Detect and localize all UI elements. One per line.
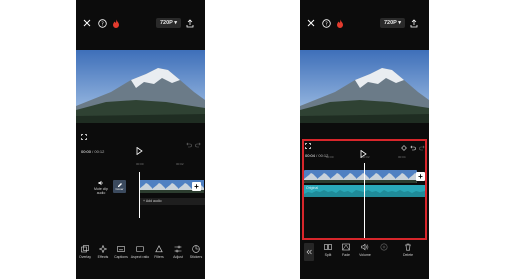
tool-captions[interactable]: Captions: [112, 245, 130, 259]
fullscreen-icon[interactable]: [305, 143, 311, 149]
volume-icon: [361, 243, 369, 251]
audio-track-label: Original: [306, 186, 319, 190]
tool-label: Stickers: [189, 255, 203, 259]
export-icon[interactable]: [408, 17, 420, 29]
tool-split[interactable]: Split: [319, 243, 337, 257]
fullscreen-icon[interactable]: [81, 134, 87, 140]
tool-overlay[interactable]: Overlay: [76, 245, 94, 259]
double-chevron-left-icon: [306, 249, 312, 255]
resolution-selector[interactable]: 720P ▾: [155, 18, 181, 28]
split-icon: [324, 244, 332, 250]
tool-aspect-ratio[interactable]: Aspect ratio: [131, 245, 149, 259]
top-bar: ? 720P ▾: [76, 14, 205, 32]
mute-clip-audio-button[interactable]: Mute clip audio: [92, 180, 110, 195]
tool-delete[interactable]: Delete: [399, 243, 417, 257]
clip-frame: [356, 170, 369, 183]
timeline-ruler: 00:00 00:02: [76, 160, 205, 168]
bottom-toolbar: Overlay Effects Captions Aspect ratio Fi…: [76, 245, 205, 265]
tool-adjust[interactable]: Adjust: [169, 245, 187, 259]
clip-frame: [395, 170, 408, 183]
ruler-tick: 00:04: [398, 155, 406, 159]
tool-label: Captions: [114, 255, 128, 259]
flame-icon[interactable]: [334, 17, 346, 29]
ruler-tick: 00:02: [362, 155, 370, 159]
tool-volume[interactable]: Volume: [356, 243, 374, 257]
clip-frame: [304, 170, 317, 183]
tool-fade[interactable]: Fade: [337, 243, 355, 257]
mute-clip-audio-label: Mute clip audio: [93, 187, 108, 195]
keyframe-icon[interactable]: [401, 145, 407, 151]
clip-frame: [165, 180, 178, 193]
tool-label: Filters: [154, 255, 164, 259]
tool-label: Adjust: [173, 255, 183, 259]
back-button[interactable]: [304, 243, 314, 261]
effects-icon: [99, 245, 107, 253]
ruler-tick: 00:02: [176, 162, 184, 166]
clip-frame: [369, 170, 382, 183]
redo-icon[interactable]: [195, 142, 201, 148]
clip-frame: [343, 170, 356, 183]
play-icon[interactable]: [136, 142, 143, 160]
svg-text:?: ?: [325, 21, 328, 27]
add-clip-button[interactable]: +: [192, 182, 201, 191]
video-preview: [300, 50, 429, 123]
svg-text:?: ?: [101, 21, 104, 27]
playhead[interactable]: [139, 172, 140, 218]
tool-stickers[interactable]: Stickers: [187, 245, 205, 259]
tool-label: Overlay: [78, 255, 92, 259]
adjust-icon: [174, 245, 182, 253]
tool-label: Aspect ratio: [130, 255, 150, 259]
flame-icon[interactable]: [110, 17, 122, 29]
clip-frame: [178, 180, 191, 193]
video-preview: [76, 50, 205, 123]
clip-frame: [382, 170, 395, 183]
clip-frame: [139, 180, 152, 193]
undo-icon[interactable]: [186, 142, 192, 148]
undo-icon[interactable]: [410, 145, 416, 151]
tool-label: Split: [324, 253, 332, 257]
help-icon[interactable]: ?: [96, 17, 108, 29]
cover-label: Cover: [115, 187, 124, 191]
aspect-ratio-icon: [136, 246, 144, 252]
bottom-toolbar: Split Fade Volume Delete: [300, 243, 429, 265]
overlay-icon: [81, 245, 89, 253]
ruler-tick: 00:00: [136, 162, 144, 166]
timecode: 00:00 / 00:12: [81, 149, 105, 154]
add-clip-button[interactable]: +: [416, 172, 425, 181]
tool-filters[interactable]: Filters: [150, 245, 168, 259]
phone-screen-right: ? 720P ▾ 00:04 / 00:12 00:00 00:02 00:04…: [300, 0, 429, 279]
tool-voice-effects[interactable]: [375, 243, 393, 253]
fade-icon: [342, 243, 350, 251]
tool-effects[interactable]: Effects: [94, 245, 112, 259]
filters-icon: [155, 245, 163, 253]
clip-frame: [317, 170, 330, 183]
timeline-ruler: 00:00 00:02 00:04: [300, 153, 429, 161]
ruler-tick: 00:00: [326, 155, 334, 159]
tool-label: Fade: [342, 253, 350, 257]
cover-button[interactable]: Cover: [113, 180, 126, 193]
tool-label: Delete: [402, 253, 414, 257]
redo-icon[interactable]: [419, 145, 425, 151]
top-bar: ? 720P ▾: [300, 14, 429, 32]
tool-label: Effects: [97, 255, 109, 259]
close-icon[interactable]: [305, 17, 317, 29]
help-icon[interactable]: ?: [320, 17, 332, 29]
clip-frame: [152, 180, 165, 193]
video-clip[interactable]: [304, 170, 417, 183]
add-audio-button[interactable]: + Add audio: [140, 198, 205, 205]
export-icon[interactable]: [184, 17, 196, 29]
playhead[interactable]: [364, 163, 365, 240]
playback-controls: 00:00 / 00:12: [76, 134, 205, 156]
delete-icon: [405, 243, 411, 251]
clip-frame: [330, 170, 343, 183]
close-icon[interactable]: [81, 17, 93, 29]
voice-effects-icon: [380, 243, 388, 251]
speaker-icon: [98, 180, 103, 186]
resolution-selector[interactable]: 720P ▾: [379, 18, 405, 28]
stickers-icon: [192, 245, 200, 253]
captions-icon: [117, 246, 125, 252]
phone-screen-left: ? 720P ▾ 00:00 / 00:12 00:00 00:02 Mute …: [76, 0, 205, 279]
tool-label: Volume: [359, 253, 371, 257]
